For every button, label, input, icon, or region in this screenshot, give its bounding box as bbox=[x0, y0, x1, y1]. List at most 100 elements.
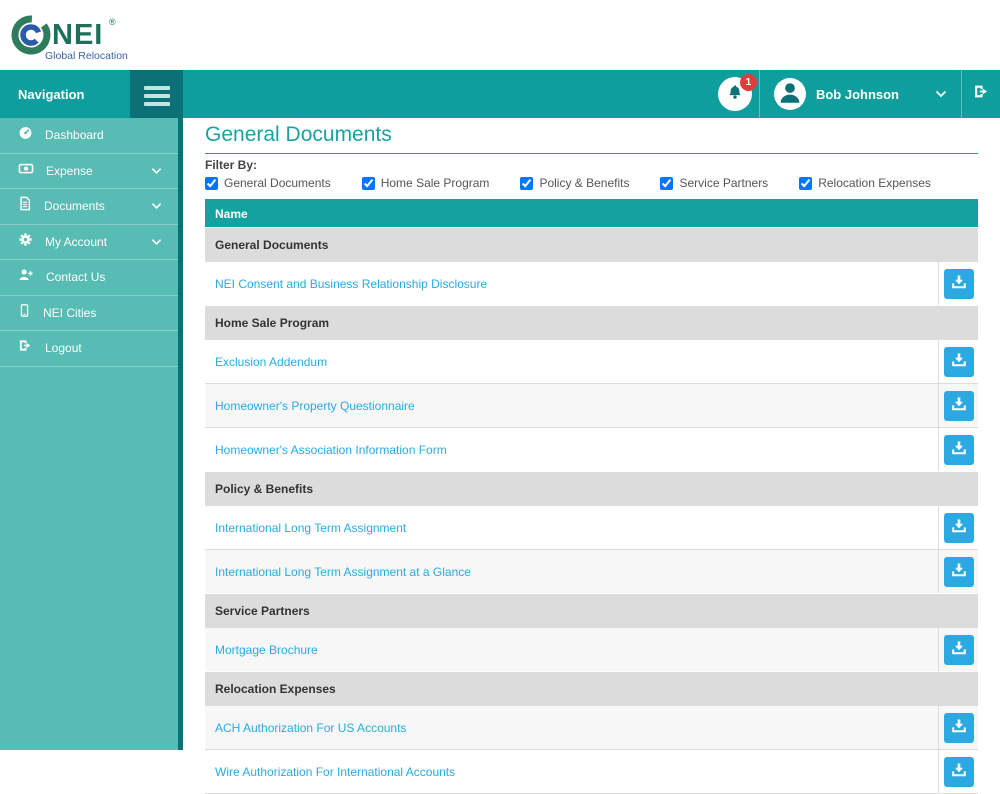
expense-icon bbox=[18, 161, 34, 181]
svg-text:Global Relocation: Global Relocation bbox=[45, 50, 128, 62]
chevron-down-icon bbox=[151, 238, 162, 246]
filter-checkbox-service-partners[interactable] bbox=[660, 176, 674, 190]
sidebar-item-expense[interactable]: Expense bbox=[0, 154, 178, 189]
nei-logo-icon: NEI ® Global Relocation bbox=[11, 15, 128, 62]
logout-button[interactable] bbox=[962, 70, 1000, 118]
filter-checkbox-home-sale-program[interactable] bbox=[361, 176, 375, 190]
document-row-wire-authorization-for-international-accounts: Wire Authorization For International Acc… bbox=[205, 749, 978, 793]
sidebar-item-label: Contact Us bbox=[46, 270, 106, 285]
document-name-cell: International Long Term Assignment at a … bbox=[205, 550, 938, 593]
download-button[interactable] bbox=[943, 434, 974, 465]
sidebar-item-logout[interactable]: Logout bbox=[0, 331, 178, 367]
download-icon bbox=[951, 762, 967, 781]
document-name-cell: International Long Term Assignment bbox=[205, 506, 938, 549]
filter-item-policy-benefits: Policy & Benefits bbox=[520, 176, 629, 190]
download-icon bbox=[951, 396, 967, 415]
notifications-button[interactable]: 1 bbox=[711, 70, 759, 118]
document-row-mortgage-brochure: Mortgage Brochure bbox=[205, 627, 978, 671]
document-action-cell bbox=[938, 428, 978, 471]
filter-checkbox-policy-benefits[interactable] bbox=[520, 176, 534, 190]
document-action-cell bbox=[938, 384, 978, 427]
sidebar-item-dashboard[interactable]: Dashboard bbox=[0, 118, 178, 154]
sign-out-icon bbox=[973, 83, 990, 105]
document-name-cell: Homeowner's Association Information Form bbox=[205, 428, 938, 471]
document-name-cell: Mortgage Brochure bbox=[205, 628, 938, 671]
navigation-label: Navigation bbox=[18, 86, 85, 102]
mobile-icon bbox=[18, 303, 31, 323]
document-link[interactable]: International Long Term Assignment at a … bbox=[215, 565, 471, 579]
document-action-cell bbox=[938, 628, 978, 671]
sidebar-item-label: Logout bbox=[45, 341, 82, 356]
download-button[interactable] bbox=[943, 556, 974, 587]
document-action-cell bbox=[938, 506, 978, 549]
download-icon bbox=[951, 274, 967, 293]
document-row-homeowner-s-property-questionnaire: Homeowner's Property Questionnaire bbox=[205, 383, 978, 427]
filter-checkbox-general-documents[interactable] bbox=[205, 176, 218, 190]
sidebar-menu: Dashboard Expense Documents My Account Conta… bbox=[0, 118, 178, 750]
sidebar-item-contact-us[interactable]: Contact Us bbox=[0, 260, 178, 296]
document-action-cell bbox=[938, 262, 978, 305]
document-name-cell: Homeowner's Property Questionnaire bbox=[205, 384, 938, 427]
document-link[interactable]: International Long Term Assignment bbox=[215, 521, 406, 535]
filter-label: Policy & Benefits bbox=[539, 176, 630, 190]
download-button[interactable] bbox=[943, 756, 974, 787]
filter-checkbox-group: General Documents Home Sale Program Policy… bbox=[205, 176, 978, 190]
group-row-relocation-expenses: Relocation Expenses bbox=[205, 671, 978, 705]
svg-text:NEI: NEI bbox=[52, 19, 103, 51]
download-button[interactable] bbox=[943, 346, 974, 377]
download-button[interactable] bbox=[943, 268, 974, 299]
document-name-cell: Wire Authorization For International Acc… bbox=[205, 750, 938, 793]
filter-label: Relocation Expenses bbox=[818, 176, 931, 190]
sidebar-item-label: Documents bbox=[44, 199, 105, 214]
document-link[interactable]: Wire Authorization For International Acc… bbox=[215, 765, 455, 779]
page-header: NEI ® Global Relocation bbox=[0, 0, 1000, 70]
document-name-cell: NEI Consent and Business Relationship Di… bbox=[205, 262, 938, 305]
document-link[interactable]: Homeowner's Property Questionnaire bbox=[215, 399, 415, 413]
download-button[interactable] bbox=[943, 712, 974, 743]
filter-item-home-sale-program: Home Sale Program bbox=[361, 176, 490, 190]
document-link[interactable]: Mortgage Brochure bbox=[215, 643, 318, 657]
sidebar-item-my-account[interactable]: My Account bbox=[0, 225, 178, 260]
download-button[interactable] bbox=[943, 390, 974, 421]
filter-checkbox-relocation-expenses[interactable] bbox=[799, 176, 813, 190]
document-name-cell: Exclusion Addendum bbox=[205, 340, 938, 383]
download-icon bbox=[951, 718, 967, 737]
sidebar-edge-divider bbox=[178, 118, 183, 750]
table-header-name: Name bbox=[205, 199, 978, 227]
filter-label: General Documents bbox=[224, 176, 331, 190]
group-row-policy-benefits: Policy & Benefits bbox=[205, 471, 978, 505]
document-name-cell: ACH Authorization For US Accounts bbox=[205, 706, 938, 749]
user-menu[interactable]: Bob Johnson bbox=[760, 70, 961, 118]
document-link[interactable]: Homeowner's Association Information Form bbox=[215, 443, 447, 457]
download-button[interactable] bbox=[943, 512, 974, 543]
user-plus-icon bbox=[18, 267, 34, 287]
document-link[interactable]: ACH Authorization For US Accounts bbox=[215, 721, 406, 735]
table-body: General Documents NEI Consent and Busines… bbox=[205, 227, 978, 793]
document-row-homeowner-s-association-information-form: Homeowner's Association Information Form bbox=[205, 427, 978, 471]
sidebar-item-documents[interactable]: Documents bbox=[0, 189, 178, 225]
user-name: Bob Johnson bbox=[815, 86, 899, 102]
document-row-exclusion-addendum: Exclusion Addendum bbox=[205, 339, 978, 383]
document-link[interactable]: NEI Consent and Business Relationship Di… bbox=[215, 277, 487, 291]
download-icon bbox=[951, 440, 967, 459]
group-row-general-documents: General Documents bbox=[205, 227, 978, 261]
sidebar-item-label: Dashboard bbox=[45, 128, 104, 143]
document-link[interactable]: Exclusion Addendum bbox=[215, 355, 327, 369]
hamburger-menu-button[interactable] bbox=[130, 70, 183, 122]
document-row-nei-consent-and-business-relationship-disclosure: NEI Consent and Business Relationship Di… bbox=[205, 261, 978, 305]
chevron-down-icon bbox=[151, 167, 162, 175]
download-icon bbox=[951, 562, 967, 581]
sidebar-item-label: NEI Cities bbox=[43, 305, 97, 320]
dashboard-icon bbox=[18, 125, 33, 145]
documents-table: Name General Documents NEI Consent and Bu… bbox=[205, 199, 978, 794]
svg-text:®: ® bbox=[109, 17, 116, 27]
download-button[interactable] bbox=[943, 634, 974, 665]
document-row-international-long-term-assignment-at-a-glance: International Long Term Assignment at a … bbox=[205, 549, 978, 593]
nei-logo: NEI ® Global Relocation bbox=[8, 5, 138, 70]
filter-label: Home Sale Program bbox=[380, 176, 490, 190]
group-row-home-sale-program: Home Sale Program bbox=[205, 305, 978, 339]
page-title: General Documents bbox=[205, 123, 978, 154]
filter-label: Service Partners bbox=[679, 176, 769, 190]
filter-item-general-documents: General Documents bbox=[205, 176, 331, 190]
sidebar-item-nei-cities[interactable]: NEI Cities bbox=[0, 296, 178, 331]
